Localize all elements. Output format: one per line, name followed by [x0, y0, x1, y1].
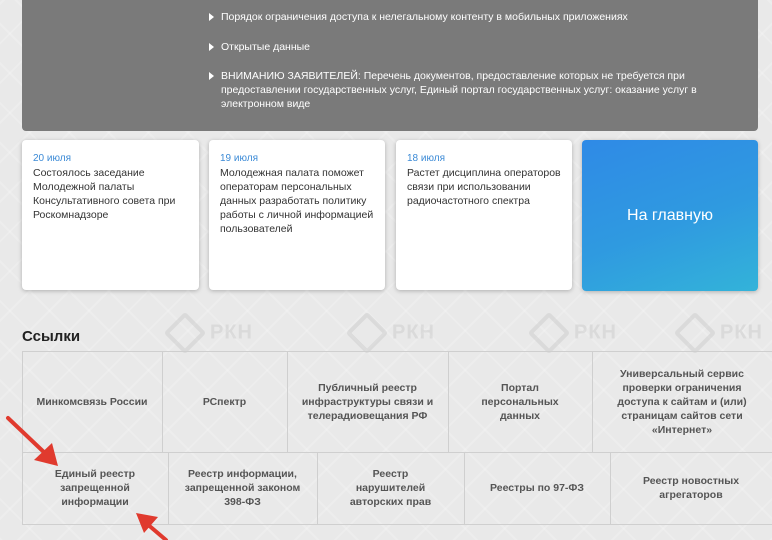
link-copyright-violators-registry[interactable]: Реестр нарушителей авторских прав — [317, 452, 464, 524]
news-date: 18 июля — [407, 153, 446, 164]
bullet-triangle-icon — [209, 72, 214, 80]
news-headline[interactable]: Молодежная палата поможет операторам пер… — [220, 166, 375, 236]
news-headline[interactable]: Состоялось заседание Молодежной палаты К… — [33, 166, 189, 222]
watermark-logo: РКН — [345, 311, 435, 355]
links-section-title: Ссылки — [22, 328, 81, 345]
top-link-applicants-notice[interactable]: ВНИМАНИЮ ЗАЯВИТЕЛЕЙ: Перечень документов… — [209, 69, 701, 111]
bullet-triangle-icon — [209, 13, 214, 21]
watermark-logo: РКН — [673, 311, 763, 355]
news-date: 19 июля — [220, 153, 259, 164]
link-access-check-service[interactable]: Универсальный сервис проверки ограничени… — [592, 352, 772, 452]
link-infrastructure-registry[interactable]: Публичный реестр инфраструктуры связи и … — [287, 352, 448, 452]
news-headline[interactable]: Растет дисциплина операторов связи при и… — [407, 166, 562, 208]
link-398fz-registry[interactable]: Реестр информации, запрещенной законом 3… — [168, 452, 317, 524]
news-date: 20 июля — [33, 153, 72, 164]
bullet-triangle-icon — [209, 43, 214, 51]
news-card[interactable]: 18 июля Растет дисциплина операторов свя… — [396, 140, 572, 290]
top-links-panel: Порядок ограничения доступа к нелегально… — [22, 0, 758, 131]
news-card[interactable]: 19 июля Молодежная палата поможет операт… — [209, 140, 385, 290]
link-rspektr[interactable]: РСпектр — [162, 352, 287, 452]
home-button[interactable]: На главную — [582, 140, 758, 291]
top-link-label: ВНИМАНИЮ ЗАЯВИТЕЛЕЙ: Перечень документов… — [221, 70, 697, 110]
top-link-open-data[interactable]: Открытые данные — [209, 40, 311, 54]
link-personal-data-portal[interactable]: Портал персональных данных — [448, 352, 592, 452]
news-card[interactable]: 20 июля Состоялось заседание Молодежной … — [22, 140, 199, 290]
link-news-aggregators-registry[interactable]: Реестр новостных агрегаторов — [610, 452, 772, 524]
annotation-arrow-icon — [6, 416, 58, 466]
watermark-logo: РКН — [527, 311, 617, 355]
link-97fz-registries[interactable]: Реестры по 97-ФЗ — [464, 452, 610, 524]
annotation-arrow-icon — [136, 513, 168, 540]
top-link-label: Открытые данные — [221, 41, 311, 53]
watermark-logo: РКН — [163, 311, 253, 355]
top-link-mobile-content[interactable]: Порядок ограничения доступа к нелегально… — [209, 10, 628, 24]
top-link-label: Порядок ограничения доступа к нелегально… — [221, 11, 628, 23]
